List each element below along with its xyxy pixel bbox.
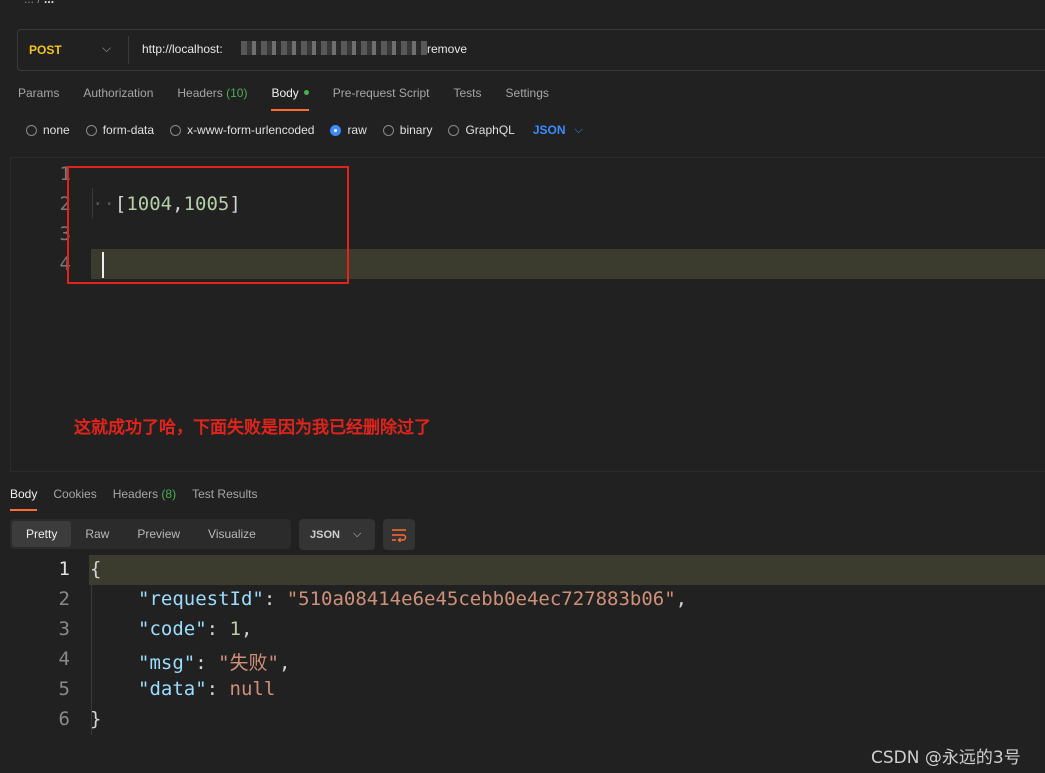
view-raw[interactable]: Raw [71, 521, 123, 547]
json-key: "requestId" [138, 588, 264, 610]
request-tabs: Params Authorization Headers (10) Body P… [18, 86, 573, 111]
radio-none[interactable]: none [26, 123, 70, 137]
method-label: POST [29, 43, 62, 57]
breadcrumb-current: ... [44, 0, 54, 6]
view-preview[interactable]: Preview [123, 521, 194, 547]
json-open-brace: { [90, 558, 102, 580]
radio-checked-icon [330, 124, 342, 136]
line-number: 4 [58, 648, 70, 670]
tab-body[interactable]: Body [271, 86, 310, 111]
json-key: "msg" [138, 652, 196, 674]
json-value: null [229, 678, 276, 700]
json-field: "data": null [138, 678, 276, 700]
breadcrumb: ... / ... [24, 0, 54, 6]
line-number: 3 [59, 223, 71, 245]
line-number: 6 [58, 708, 70, 730]
tab-params[interactable]: Params [18, 86, 59, 110]
radio-icon [85, 124, 97, 136]
response-view-switcher: Pretty Raw Preview Visualize [10, 519, 291, 549]
json-close-brace: } [90, 708, 102, 730]
radio-icon [448, 124, 460, 136]
url-input-prefix[interactable]: http://localhost: [142, 42, 223, 56]
line-number: 5 [58, 678, 70, 700]
radio-icon [26, 124, 37, 136]
line-number: 1 [59, 163, 71, 185]
line-number: 3 [58, 618, 70, 640]
tab-response-body[interactable]: Body [10, 487, 38, 511]
view-pretty[interactable]: Pretty [12, 521, 72, 547]
tab-authorization[interactable]: Authorization [83, 86, 153, 110]
tab-cookies[interactable]: Cookies [53, 487, 96, 501]
line-number: 4 [59, 253, 71, 275]
headers-count: (10) [226, 86, 248, 100]
chevron-down-icon: ⌵ [574, 123, 583, 136]
tab-test-results[interactable]: Test Results [192, 487, 257, 501]
current-line-highlight [89, 555, 1045, 585]
line-number: 1 [58, 558, 70, 580]
response-tabs: Body Cookies Headers (8) Test Results [10, 487, 273, 511]
tab-headers[interactable]: Headers (10) [177, 86, 247, 110]
response-body-viewer[interactable]: 1 2 3 4 5 6 { "requestId": "510a08414e6e… [0, 555, 1045, 755]
tab-pre-request-script[interactable]: Pre-request Script [333, 86, 430, 110]
view-visualize[interactable]: Visualize [194, 521, 270, 547]
radio-graphql[interactable]: GraphQL [448, 123, 515, 137]
request-url-bar: POST ⌵ http://localhost: remove [17, 29, 1045, 71]
response-headers-count: (8) [161, 487, 177, 501]
wrap-lines-icon [392, 528, 407, 542]
response-format-select[interactable]: JSON ⌵ [299, 519, 375, 550]
radio-x-www-form-urlencoded[interactable]: x-www-form-urlencoded [170, 123, 314, 137]
redacted-url-segment [241, 41, 427, 55]
json-key: "code" [138, 618, 207, 640]
radio-form-data[interactable]: form-data [85, 123, 154, 137]
method-select[interactable]: POST ⌵ [18, 30, 128, 70]
tab-settings[interactable]: Settings [506, 86, 549, 110]
json-key: "data" [138, 678, 207, 700]
breadcrumb-parent[interactable]: ... [24, 0, 34, 6]
annotation-text: 这就成功了哈，下面失败是因为我已经删除过了 [74, 418, 431, 438]
chevron-down-icon: ⌵ [352, 528, 362, 540]
radio-icon [382, 124, 394, 136]
line-number: 2 [58, 588, 70, 610]
wrap-lines-button[interactable] [383, 519, 415, 550]
body-type-options: none form-data x-www-form-urlencoded raw… [26, 122, 583, 138]
radio-icon [170, 124, 182, 136]
line-number: 2 [59, 193, 71, 215]
status-dot-icon [303, 90, 309, 96]
tab-tests[interactable]: Tests [454, 86, 482, 110]
body-format-select[interactable]: JSON ⌵ [533, 123, 583, 137]
chevron-down-icon: ⌵ [102, 41, 112, 55]
watermark: CSDN @永远的3号 [871, 748, 1021, 768]
json-value: 1 [229, 618, 241, 640]
request-body-editor[interactable]: 1 2 3 4 ··[1004,1005] 这就成功了哈，下面失败是因为我已经删… [10, 157, 1045, 472]
json-value: "510a08414e6e45cebb0e4ec727883b06" [286, 588, 676, 610]
json-field: "code": 1, [138, 618, 253, 640]
radio-raw[interactable]: raw [330, 123, 367, 137]
tab-response-headers[interactable]: Headers (8) [113, 487, 176, 501]
radio-binary[interactable]: binary [382, 123, 432, 137]
top-strip: ... / ... [0, 0, 1045, 22]
highlight-box [67, 166, 349, 284]
divider [128, 36, 129, 64]
json-field: "requestId": "510a08414e6e45cebb0e4ec727… [138, 588, 688, 610]
json-field: "msg": "失败", [138, 652, 291, 674]
url-input-suffix[interactable]: remove [427, 42, 467, 56]
json-value: "失败" [218, 652, 279, 674]
